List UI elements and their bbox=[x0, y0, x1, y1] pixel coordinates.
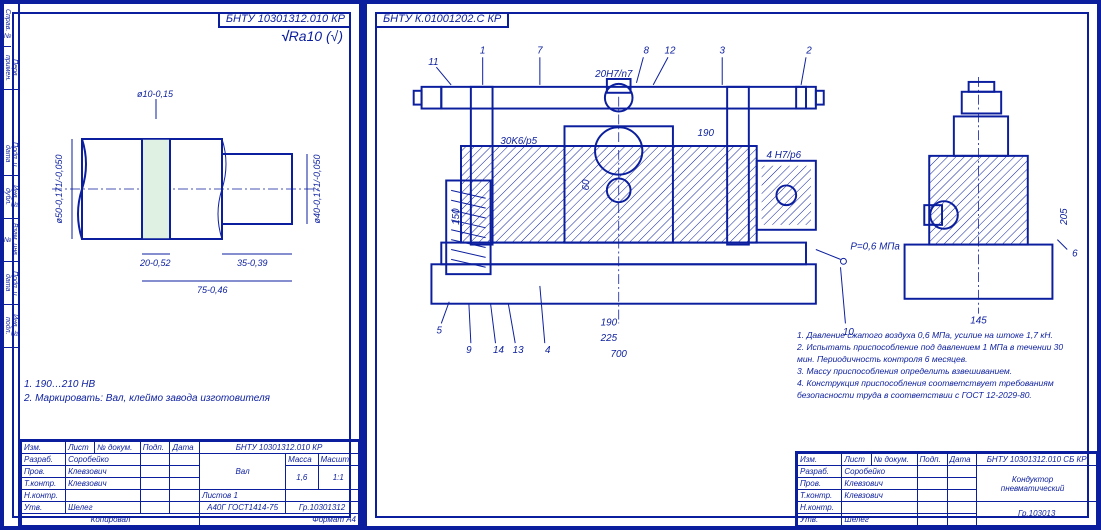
svg-text:8: 8 bbox=[644, 45, 650, 56]
note-1: 1. 190…210 HB bbox=[24, 378, 270, 392]
hdr-list: Лист bbox=[842, 454, 871, 466]
balloon-6: 6 bbox=[1072, 248, 1078, 259]
tech-notes: 1. 190…210 HB 2. Маркировать: Вал, клейм… bbox=[24, 378, 270, 406]
svg-text:13: 13 bbox=[513, 345, 524, 356]
hdr-data: Дата bbox=[947, 454, 977, 466]
surface-finish: √Ra10 (√) bbox=[281, 28, 343, 44]
note-3: 3. Массу приспособления определить взвеш… bbox=[797, 365, 1077, 377]
val-prov: Клевзович bbox=[842, 478, 917, 490]
svg-text:3: 3 bbox=[719, 45, 725, 56]
svg-text:20-0,52: 20-0,52 bbox=[139, 258, 171, 268]
val-tcontr: Клевзович bbox=[66, 478, 141, 490]
side-view: 205 145 6 bbox=[905, 77, 1079, 326]
mass: 1,6 bbox=[286, 466, 318, 490]
ra-paren: (√) bbox=[326, 28, 343, 44]
fit-4h7: 4 H7/p6 bbox=[767, 150, 802, 161]
lbl-utv: Утв. bbox=[22, 502, 66, 514]
svg-text:2: 2 bbox=[805, 45, 812, 56]
doc-code: БНТУ 10301312.010 КР bbox=[218, 12, 351, 28]
dim-190a: 190 bbox=[698, 128, 715, 139]
part-name: Вал bbox=[200, 454, 286, 490]
dim-60: 60 bbox=[581, 179, 592, 190]
title-block-right: Изм. Лист № докум. Подп. Дата БНТУ 10301… bbox=[795, 451, 1097, 526]
title-block: Изм. Лист № докум. Подп. Дата БНТУ 10301… bbox=[19, 439, 359, 526]
val-tcontr: Клевзович bbox=[842, 490, 917, 502]
svg-text:12: 12 bbox=[664, 45, 675, 56]
sheet-shaft: Справ. № Перв. примен. Подп. и дата Инв.… bbox=[2, 2, 361, 528]
tech-notes-right: 1. Давление сжатого воздуха 0,6 МПа, уси… bbox=[797, 329, 1077, 401]
group: Гр.103013 bbox=[977, 502, 1097, 526]
lbl-ncontr: Н.контр. bbox=[798, 502, 842, 514]
lbl-razrab: Разраб. bbox=[22, 454, 66, 466]
hdr-list: Лист bbox=[66, 442, 95, 454]
note-1: 1. Давление сжатого воздуха 0,6 МПа, уси… bbox=[797, 329, 1077, 341]
svg-text:7: 7 bbox=[537, 45, 543, 56]
hdr-docnum: № докум. bbox=[871, 454, 917, 466]
tb-code: БНТУ 10301312.010 СБ КР bbox=[977, 454, 1097, 466]
svg-text:4: 4 bbox=[545, 345, 551, 356]
hdr-izm: Изм. bbox=[798, 454, 842, 466]
hdr-podp: Подп. bbox=[140, 442, 170, 454]
val-utv: Шелег bbox=[66, 502, 141, 514]
side-cell: Справ. № bbox=[4, 4, 11, 47]
svg-text:9: 9 bbox=[466, 345, 472, 356]
sheet-jig: БНТУ К.01001202.С КР bbox=[365, 2, 1099, 528]
check-icon: √ bbox=[281, 28, 289, 44]
tb-code: БНТУ 10301312.010 КР bbox=[200, 442, 359, 454]
val-razrab: Соробейко bbox=[66, 454, 141, 466]
svg-text:35-0,39: 35-0,39 bbox=[237, 258, 268, 268]
note-2: 2. Испытать приспособление под давлением… bbox=[797, 341, 1077, 365]
fit-30k6: 30K6/p5 bbox=[500, 136, 537, 147]
dim-d10: ø10-0,15 bbox=[137, 89, 174, 99]
dim-145: 145 bbox=[970, 315, 987, 326]
lbl-utv: Утв. bbox=[798, 514, 842, 526]
note-2: 2. Маркировать: Вал, клеймо завода изгот… bbox=[24, 392, 270, 406]
footer-copy: Копировал bbox=[22, 514, 200, 526]
svg-text:11: 11 bbox=[428, 57, 438, 68]
hdr-data: Дата bbox=[170, 442, 200, 454]
scale: 1:1 bbox=[318, 466, 358, 490]
svg-text:1: 1 bbox=[480, 45, 485, 56]
dim-190b: 190 bbox=[601, 317, 618, 328]
dim-205: 205 bbox=[1059, 208, 1070, 226]
material: А40Г ГОСТ1414-75 bbox=[200, 502, 286, 514]
lbl-ncontr: Н.контр. bbox=[22, 490, 66, 502]
dim-225: 225 bbox=[600, 333, 618, 344]
shaft-drawing: ø10-0,15 ø50-0,171/-0,050 ø40-0,171/-0,0… bbox=[22, 59, 341, 319]
lbl-tcontr: Т.контр. bbox=[798, 490, 842, 502]
note-4: 4. Конструкция приспособления соответств… bbox=[797, 377, 1077, 401]
lbl-tcontr: Т.контр. bbox=[22, 478, 66, 490]
val-ncontr bbox=[66, 490, 141, 502]
fit-20h7: 20H7/n7 bbox=[594, 69, 633, 80]
group: Гр.10301312 bbox=[286, 502, 359, 514]
page: Справ. № Перв. примен. Подп. и дата Инв.… bbox=[0, 0, 1101, 530]
hdr-docnum: № докум. bbox=[95, 442, 141, 454]
hdr-izm: Изм. bbox=[22, 442, 66, 454]
part-name-1: Кондуктор bbox=[979, 475, 1086, 484]
svg-text:5: 5 bbox=[437, 325, 443, 336]
lbl-prov: Пров. bbox=[22, 466, 66, 478]
val-ncontr bbox=[842, 502, 917, 514]
dim-700: 700 bbox=[610, 349, 627, 360]
val-sheets: 1 bbox=[233, 491, 237, 500]
lbl-razrab: Разраб. bbox=[798, 466, 842, 478]
part-name-2: пневматический bbox=[979, 484, 1086, 493]
val-prov: Клевзович bbox=[66, 466, 141, 478]
svg-text:75-0,46: 75-0,46 bbox=[197, 285, 228, 295]
ra-value: Ra10 bbox=[289, 28, 322, 44]
lbl-sheets: Листов bbox=[202, 491, 231, 500]
svg-text:14: 14 bbox=[493, 345, 504, 356]
val-utv: Шелег bbox=[842, 514, 917, 526]
front-view bbox=[414, 79, 847, 323]
svg-text:ø50-0,171/-0,050: ø50-0,171/-0,050 bbox=[54, 154, 64, 223]
dim-150: 150 bbox=[451, 208, 462, 225]
val-razrab: Соробейко bbox=[842, 466, 917, 478]
hdr-podp: Подп. bbox=[917, 454, 947, 466]
svg-text:ø40-0,171/-0,050: ø40-0,171/-0,050 bbox=[312, 154, 322, 223]
footer-format: Формат А4 bbox=[200, 514, 359, 526]
pressure-label: P=0,6 МПа bbox=[850, 241, 900, 252]
lbl-prov: Пров. bbox=[798, 478, 842, 490]
